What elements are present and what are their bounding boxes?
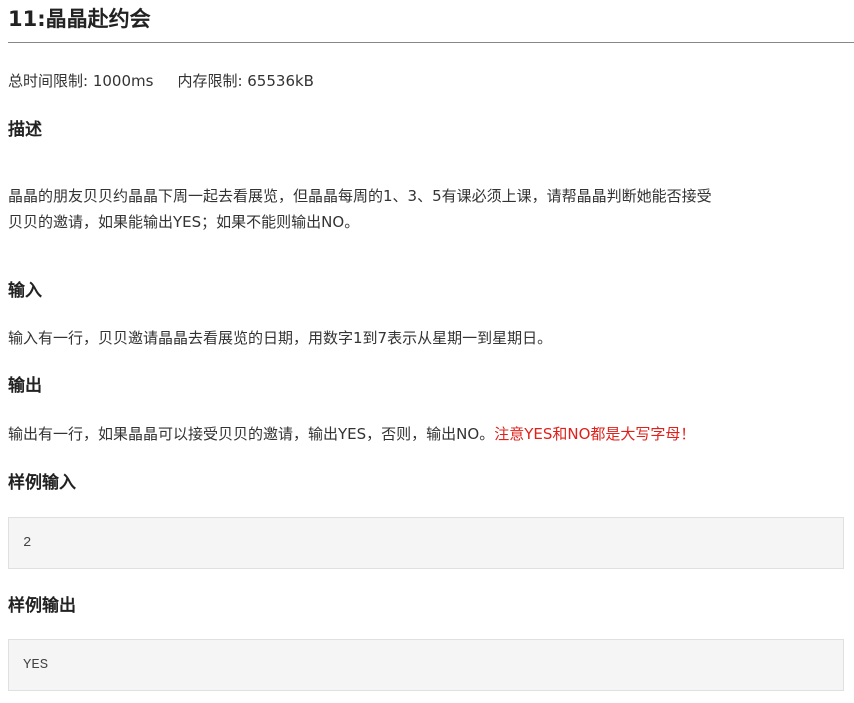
description-heading: 描述 [8, 120, 42, 140]
limits-row: 总时间限制: 1000ms 内存限制: 65536kB [8, 70, 314, 92]
time-limit: 总时间限制: 1000ms [8, 72, 153, 90]
page-title: 11:晶晶赴约会 [8, 7, 151, 31]
memory-limit: 内存限制: 65536kB [177, 72, 314, 90]
time-limit-label: 总时间限制: [8, 72, 93, 90]
description-line-1: 晶晶的朋友贝贝约晶晶下周一起去看展览，但晶晶每周的1、3、5有课必须上课，请帮晶… [8, 187, 712, 205]
sample-output-content: YES [23, 657, 49, 673]
output-text: 输出有一行，如果晶晶可以接受贝贝的邀请，输出YES，否则，输出NO。注意YES和… [8, 421, 838, 447]
memory-limit-value: 65536kB [247, 72, 314, 90]
output-heading: 输出 [8, 376, 42, 396]
input-text: 输入有一行，贝贝邀请晶晶去看展览的日期，用数字1到7表示从星期一到星期日。 [8, 329, 553, 347]
input-heading: 输入 [8, 281, 42, 301]
sample-input-box: 2 [8, 517, 844, 569]
description-line-2: 贝贝的邀请，如果能输出YES；如果不能则输出NO。 [8, 213, 360, 231]
description-text: 晶晶的朋友贝贝约晶晶下周一起去看展览，但晶晶每周的1、3、5有课必须上课，请帮晶… [8, 183, 838, 235]
sample-input-heading: 样例输入 [8, 473, 76, 493]
title-divider [8, 42, 854, 43]
sample-output-heading: 样例输出 [8, 596, 76, 616]
problem-page: 11:晶晶赴约会 总时间限制: 1000ms 内存限制: 65536kB 描述 晶… [0, 0, 854, 703]
output-warning: 注意YES和NO都是大写字母！ [494, 425, 696, 443]
time-limit-value: 1000ms [92, 72, 154, 90]
sample-output-box: YES [8, 639, 844, 691]
sample-input-content: 2 [23, 535, 32, 551]
memory-limit-label: 内存限制: [177, 72, 248, 90]
output-text-main: 输出有一行，如果晶晶可以接受贝贝的邀请，输出YES，否则，输出NO。 [8, 425, 495, 443]
